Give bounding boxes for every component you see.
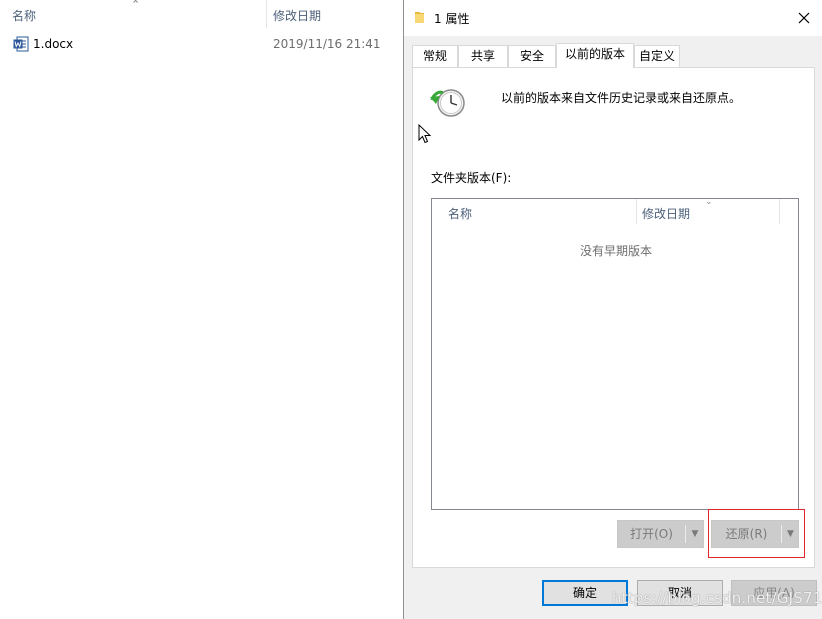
- word-document-icon: [13, 36, 29, 52]
- list-header-date[interactable]: 修改日期: [642, 205, 690, 222]
- sort-arrow-icon: ⌃: [131, 0, 141, 11]
- tab-sharing[interactable]: 共享: [458, 45, 508, 67]
- list-header-divider[interactable]: [636, 199, 637, 224]
- chevron-down-icon[interactable]: ▼: [686, 521, 704, 547]
- tab-previous-versions[interactable]: 以前的版本: [556, 43, 634, 68]
- empty-list-message: 没有早期版本: [579, 244, 652, 258]
- column-divider[interactable]: [266, 0, 267, 28]
- open-button[interactable]: 打开(O) ▼: [617, 520, 704, 548]
- mouse-cursor-icon: [418, 124, 432, 144]
- previous-versions-panel: 以前的版本来自文件历史记录或来自还原点。 文件夹版本(F): 名称 修改日期 ⌄…: [412, 67, 815, 568]
- column-header-date[interactable]: 修改日期: [273, 7, 321, 24]
- file-name: 1.docx: [33, 37, 74, 51]
- close-button[interactable]: [788, 0, 820, 36]
- close-icon: [798, 12, 810, 24]
- properties-dialog: 1 属性 常规 共享 安全 以前的版本 自定义 以前的版本来自文件历史记录或来自…: [403, 0, 822, 619]
- restore-clock-icon: [430, 89, 465, 117]
- chevron-down-icon: ⌄: [705, 197, 713, 207]
- tab-security[interactable]: 安全: [508, 45, 556, 67]
- file-date: 2019/11/16 21:41: [273, 37, 381, 51]
- file-explorer: 名称 ⌃ 修改日期 1.docx 2019/11/16 21:41: [0, 0, 404, 619]
- open-button-label: 打开(O): [630, 527, 673, 541]
- versions-list[interactable]: 名称 修改日期 ⌄ 没有早期版本: [431, 197, 799, 510]
- folder-icon: [415, 12, 424, 23]
- title-bar[interactable]: 1 属性: [404, 0, 822, 36]
- file-row[interactable]: 1.docx 2019/11/16 21:41: [0, 34, 404, 56]
- watermark-text: https://blog.csdn.net/GJS718: [612, 589, 822, 607]
- list-header-divider[interactable]: [779, 199, 780, 224]
- description-text: 以前的版本来自文件历史记录或来自还原点。: [501, 91, 742, 105]
- folder-versions-label: 文件夹版本(F):: [431, 171, 512, 185]
- tab-customize[interactable]: 自定义: [634, 45, 680, 67]
- annotation-highlight-box: [708, 509, 805, 558]
- column-header-name[interactable]: 名称: [12, 7, 36, 24]
- tab-general[interactable]: 常规: [412, 45, 458, 67]
- dialog-title: 1 属性: [434, 12, 470, 26]
- list-header-name[interactable]: 名称: [448, 205, 472, 222]
